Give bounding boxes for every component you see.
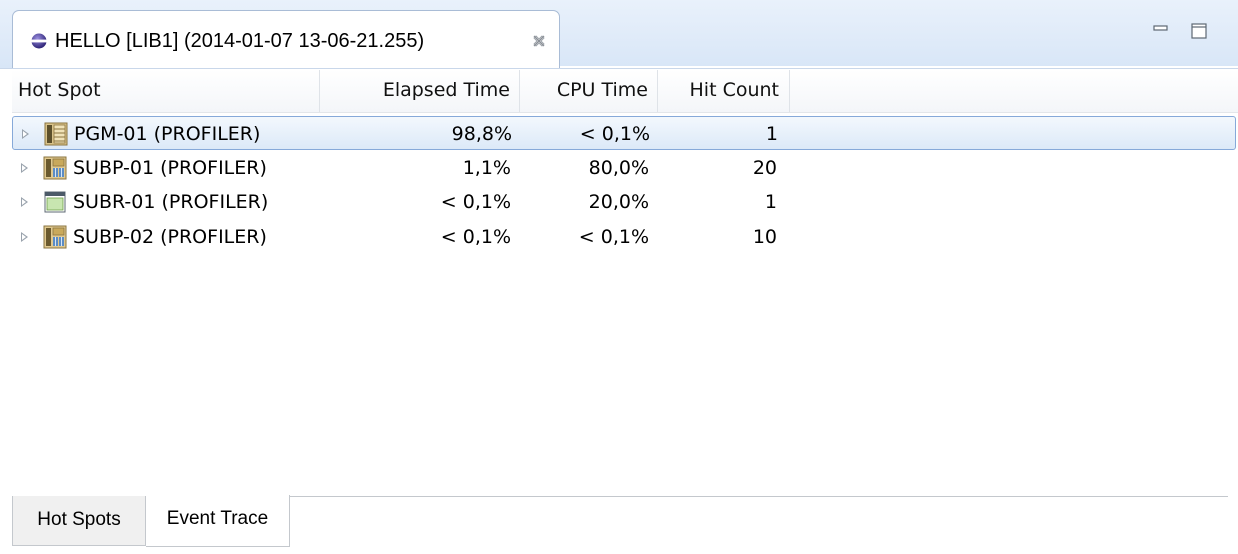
tab-event-trace[interactable]: Event Trace xyxy=(146,495,290,547)
row-cpu-time: 80,0% xyxy=(588,157,649,179)
column-header-cpu-time[interactable]: CPU Time xyxy=(520,70,658,112)
row-hit-count: 10 xyxy=(752,226,777,248)
row-elapsed-time: 1,1% xyxy=(462,157,511,179)
row-elapsed-time: < 0,1% xyxy=(440,226,511,248)
close-icon[interactable] xyxy=(531,33,547,49)
row-hit-count: 1 xyxy=(765,123,778,145)
column-header-elapsed-time[interactable]: Elapsed Time xyxy=(320,70,520,112)
tab-hot-spots[interactable]: Hot Spots xyxy=(12,496,146,546)
program-icon xyxy=(44,122,68,146)
table-row[interactable]: SUBR-01 (PROFILER) < 0,1% 20,0% 1 xyxy=(12,185,1236,219)
expand-arrow-icon[interactable] xyxy=(21,197,28,207)
minimize-icon[interactable] xyxy=(1152,22,1170,40)
expand-arrow-icon[interactable] xyxy=(22,129,29,139)
column-header-hot-spot[interactable]: Hot Spot xyxy=(12,70,320,112)
row-elapsed-time: < 0,1% xyxy=(440,191,511,213)
table-row[interactable]: PGM-01 (PROFILER) 98,8% < 0,1% 1 xyxy=(12,116,1236,150)
profiler-sphere-icon xyxy=(31,33,47,49)
subroutine-icon xyxy=(44,191,66,213)
expand-arrow-icon[interactable] xyxy=(21,232,28,242)
row-name: SUBR-01 (PROFILER) xyxy=(73,191,269,213)
row-name: PGM-01 (PROFILER) xyxy=(74,123,261,145)
maximize-icon[interactable] xyxy=(1190,22,1208,40)
subprogram-icon xyxy=(43,156,67,180)
editor-tab-title: HELLO [LIB1] (2014-01-07 13-06-21.255) xyxy=(55,30,425,52)
row-cpu-time: < 0,1% xyxy=(579,123,650,145)
hot-spot-table-header: Hot Spot Elapsed Time CPU Time Hit Count xyxy=(12,70,1238,113)
table-row[interactable]: SUBP-02 (PROFILER) < 0,1% < 0,1% 10 xyxy=(12,220,1236,254)
subprogram-icon xyxy=(43,225,67,249)
expand-arrow-icon[interactable] xyxy=(21,163,28,173)
row-hit-count: 1 xyxy=(764,191,777,213)
row-name: SUBP-01 (PROFILER) xyxy=(73,157,267,179)
row-name: SUBP-02 (PROFILER) xyxy=(73,226,267,248)
editor-tab-strip: HELLO [LIB1] (2014-01-07 13-06-21.255) xyxy=(0,0,1238,69)
row-elapsed-time: 98,8% xyxy=(451,123,512,145)
table-row[interactable]: SUBP-01 (PROFILER) 1,1% 80,0% 20 xyxy=(12,151,1236,185)
editor-tab[interactable]: HELLO [LIB1] (2014-01-07 13-06-21.255) xyxy=(12,10,560,68)
row-cpu-time: 20,0% xyxy=(588,191,649,213)
tab-strip-divider xyxy=(560,66,1238,68)
column-header-hit-count[interactable]: Hit Count xyxy=(658,70,790,112)
row-hit-count: 20 xyxy=(752,157,777,179)
row-cpu-time: < 0,1% xyxy=(578,226,649,248)
